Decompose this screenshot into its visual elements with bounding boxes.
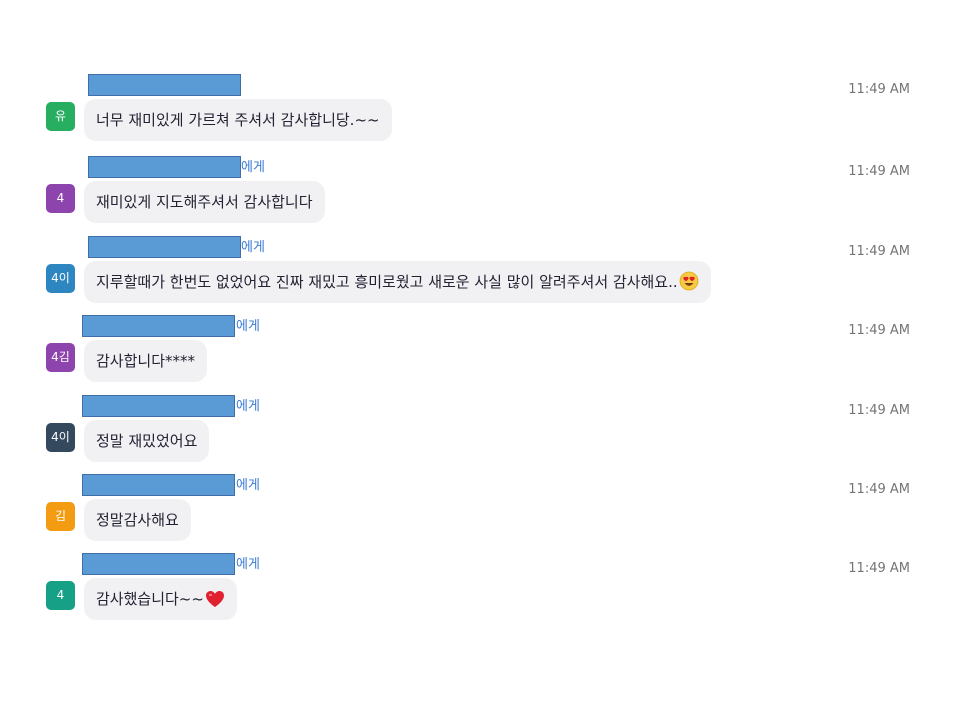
chat-message: 11:49 AM 유 너무 재미있게 가르쳐 주셔서 감사합니당.~~ (0, 74, 960, 154)
chat-message-list: 11:49 AM 유 너무 재미있게 가르쳐 주셔서 감사합니당.~~ 에게 1… (0, 0, 960, 720)
recipient-suffix: 에게 (236, 319, 260, 334)
redacted-sender-name (82, 315, 235, 337)
message-text: 정말감사해요 (96, 511, 179, 529)
redacted-sender-name (82, 553, 235, 575)
redacted-sender-name (88, 236, 241, 258)
recipient-suffix: 에게 (236, 399, 260, 414)
message-text: 지루할때가 한번도 없었어요 진짜 재밌고 흥미로웠고 새로운 사실 많이 알려… (96, 273, 678, 291)
chat-message: 에게 11:49 AM 4이 지루할때가 한번도 없었어요 진짜 재밌고 흥미로… (0, 236, 960, 316)
message-bubble[interactable]: 감사합니다**** (84, 340, 208, 382)
recipient-suffix: 에게 (236, 557, 260, 572)
avatar[interactable]: 4 (46, 184, 75, 213)
avatar[interactable]: 4이 (46, 423, 75, 452)
message-time: 11:49 AM (848, 561, 910, 576)
heart-eyes-emoji (679, 265, 699, 307)
recipient-suffix: 에게 (241, 240, 265, 255)
redacted-sender-name (88, 74, 241, 96)
chat-message: 에게 11:49 AM 4 감사했습니다~~ (0, 553, 960, 633)
message-text: 감사합니다**** (96, 352, 196, 370)
message-bubble[interactable]: 지루할때가 한번도 없었어요 진짜 재밌고 흥미로웠고 새로운 사실 많이 알려… (84, 261, 711, 303)
message-text: 너무 재미있게 가르쳐 주셔서 감사합니당.~~ (96, 111, 380, 129)
message-text: 정말 재밌었어요 (96, 432, 198, 450)
message-text: 감사했습니다~~ (96, 590, 204, 608)
message-bubble[interactable]: 너무 재미있게 가르쳐 주셔서 감사합니당.~~ (84, 99, 392, 141)
recipient-suffix: 에게 (236, 478, 260, 493)
avatar[interactable]: 유 (46, 102, 75, 131)
chat-message: 에게 11:49 AM 4 재미있게 지도해주셔서 감사합니다 (0, 156, 960, 236)
message-time: 11:49 AM (848, 82, 910, 97)
message-bubble[interactable]: 정말감사해요 (84, 499, 191, 541)
chat-message: 에게 11:49 AM 4김 감사합니다**** (0, 315, 960, 395)
redacted-sender-name (88, 156, 241, 178)
redacted-sender-name (82, 395, 235, 417)
chat-message: 에게 11:49 AM 4이 정말 재밌었어요 (0, 395, 960, 475)
message-time: 11:49 AM (848, 164, 910, 179)
avatar[interactable]: 김 (46, 502, 75, 531)
recipient-suffix: 에게 (241, 160, 265, 175)
message-text: 재미있게 지도해주셔서 감사합니다 (96, 193, 313, 211)
avatar[interactable]: 4 (46, 581, 75, 610)
redacted-sender-name (82, 474, 235, 496)
message-bubble[interactable]: 재미있게 지도해주셔서 감사합니다 (84, 181, 325, 223)
message-time: 11:49 AM (848, 323, 910, 338)
avatar[interactable]: 4이 (46, 264, 75, 293)
red-heart-emoji (205, 582, 225, 624)
avatar[interactable]: 4김 (46, 343, 75, 372)
message-time: 11:49 AM (848, 482, 910, 497)
message-time: 11:49 AM (848, 244, 910, 259)
message-bubble[interactable]: 감사했습니다~~ (84, 578, 237, 620)
message-time: 11:49 AM (848, 403, 910, 418)
message-bubble[interactable]: 정말 재밌었어요 (84, 420, 210, 462)
chat-message: 에게 11:49 AM 김 정말감사해요 (0, 474, 960, 554)
